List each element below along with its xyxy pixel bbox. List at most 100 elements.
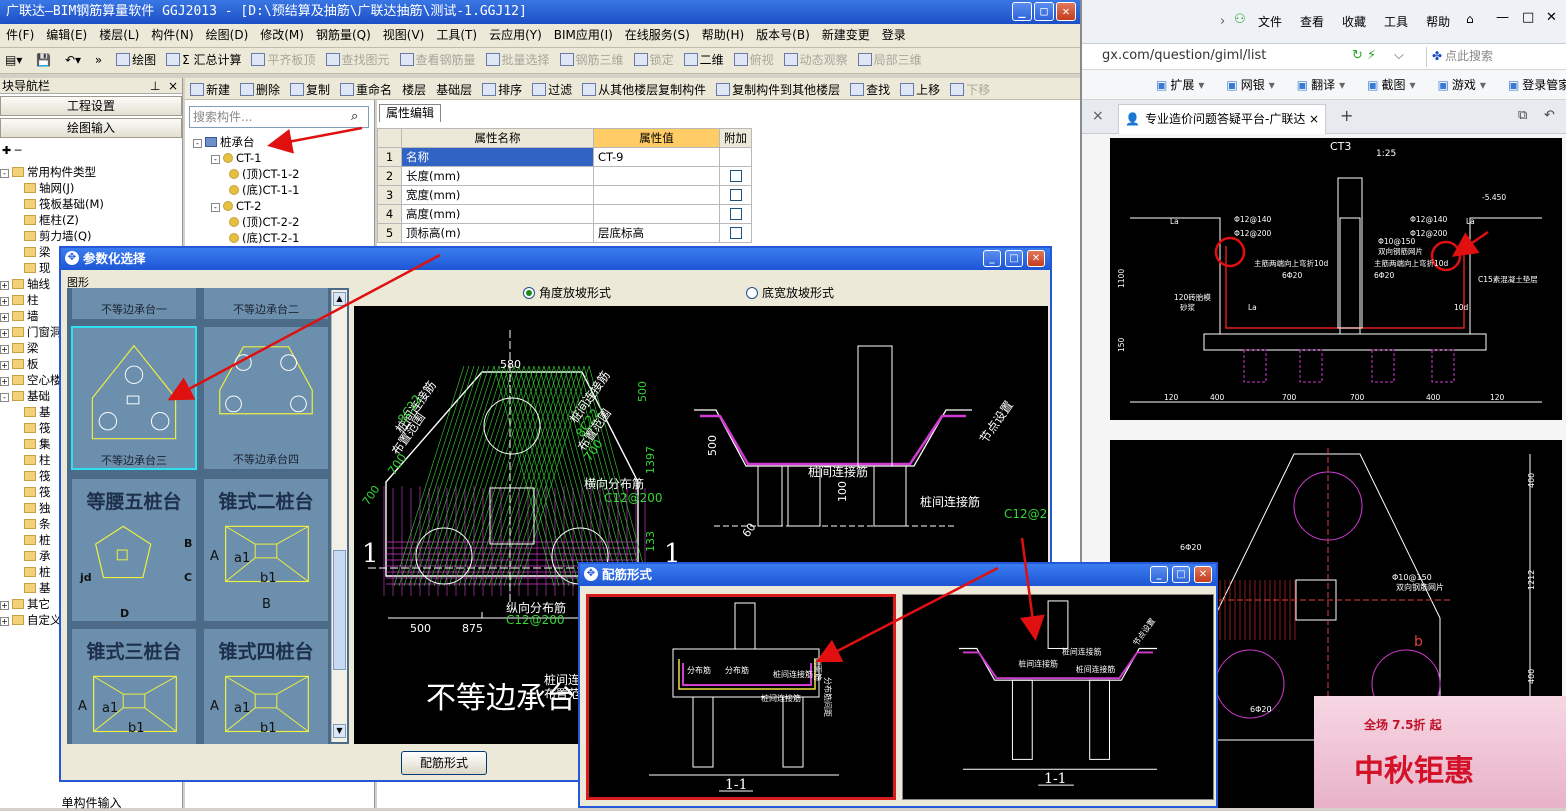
maximize-button[interactable]: □ xyxy=(1034,2,1054,21)
property-row[interactable]: 5 顶标高(m) 层底标高 xyxy=(377,223,752,243)
property-row[interactable]: 3 宽度(mm) xyxy=(377,185,752,205)
property-value[interactable] xyxy=(593,166,720,186)
chevron-down-icon[interactable]: ⌵ xyxy=(1394,44,1404,68)
toolbar-button[interactable]: 复制 xyxy=(285,78,335,99)
toolbar-button[interactable]: 下移 xyxy=(945,78,995,99)
component-tree-item[interactable]: (底)CT-1-1 xyxy=(193,182,299,198)
browser-menu-item[interactable]: 文件 xyxy=(1258,15,1282,29)
dialog-minimize-button[interactable]: _ xyxy=(983,250,1001,267)
user-icon[interactable]: ⚇ xyxy=(1234,12,1246,27)
expand-toggle-icon[interactable]: - xyxy=(0,393,9,402)
gallery-scrollbar[interactable]: ▲ ▼ xyxy=(331,290,347,742)
component-tree-item[interactable]: (底)CT-2-1 xyxy=(193,230,299,246)
menu-item[interactable]: 工具(T) xyxy=(430,24,483,47)
expand-toggle-icon[interactable]: + xyxy=(0,313,9,322)
new-tab-icon[interactable]: + xyxy=(1340,106,1353,125)
home-icon[interactable]: ⌂ xyxy=(1466,12,1474,26)
tab-list-icon[interactable]: ⧉ xyxy=(1518,108,1527,123)
menu-item[interactable]: 件(F) xyxy=(0,24,40,47)
shape-tile[interactable]: 锥式三桩台 Aa1 b1 xyxy=(71,628,197,744)
shape-tile[interactable]: 不等边承台一 xyxy=(71,288,197,320)
radio-angle-slope[interactable]: 角度放坡形式 xyxy=(523,284,611,301)
component-tree-item[interactable]: - 桩承台 xyxy=(193,134,299,150)
component-tree-item[interactable]: (顶)CT-2-2 xyxy=(193,214,299,230)
expand-toggle-icon[interactable]: + xyxy=(0,297,9,306)
project-settings-button[interactable]: 工程设置 xyxy=(0,96,182,116)
expand-toggle-icon[interactable]: + xyxy=(0,281,9,290)
component-tree-item[interactable]: - CT-1 xyxy=(193,150,299,166)
expand-toggle-icon[interactable]: - xyxy=(211,155,220,164)
shape-tile[interactable]: 不等边承台二 xyxy=(203,288,329,320)
bookmark-item[interactable]: ▣ 扩展 ▾ xyxy=(1156,78,1204,92)
property-row[interactable]: 2 长度(mm) xyxy=(377,166,752,186)
menu-item[interactable]: 在线服务(S) xyxy=(619,24,696,47)
rebar-option-1[interactable]: 分布筋 分布筋 桩间连接筋 桩间连接筋 侧面筋 分布筋间距 1-1 xyxy=(586,594,896,800)
checkbox[interactable] xyxy=(729,189,742,201)
browser-search-input[interactable]: 点此搜索 xyxy=(1426,47,1566,67)
browser-menu-item[interactable]: 帮助 xyxy=(1426,15,1450,29)
scrollbar-thumb[interactable] xyxy=(333,550,346,670)
toolbar-button[interactable]: 排序 xyxy=(477,78,527,99)
bookmark-item[interactable]: ▣ 网银 ▾ xyxy=(1226,78,1274,92)
close-tab-icon[interactable]: × xyxy=(1309,105,1319,133)
close-button[interactable]: ✕ xyxy=(1056,2,1076,21)
browser-menu-item[interactable]: 收藏 xyxy=(1342,15,1366,29)
menu-item[interactable]: 帮助(H) xyxy=(696,24,750,47)
shape-tile[interactable]: 锥式二桩台 Aa1 b1 B xyxy=(203,478,329,622)
expand-toggle-icon[interactable]: + xyxy=(0,361,9,370)
expand-toggle-icon[interactable]: + xyxy=(0,377,9,386)
menu-item[interactable]: 楼层(L) xyxy=(93,24,145,47)
property-value[interactable]: 层底标高 xyxy=(593,223,720,243)
expand-toggle-icon[interactable]: + xyxy=(0,345,9,354)
expand-toggle-icon[interactable]: + xyxy=(0,617,9,626)
shape-tile[interactable]: 锥式四桩台 Aa1 b1 xyxy=(203,628,329,744)
shape-tile[interactable]: 等腰五桩台 B C Djd xyxy=(71,478,197,622)
nav-tree-item[interactable]: 筏板基础(M) xyxy=(0,196,182,212)
pin-icon[interactable]: ⊥ xyxy=(150,78,160,94)
shape-tile[interactable]: 不等边承台三 xyxy=(71,326,197,470)
toolbar-button[interactable]: 过滤 xyxy=(527,78,577,99)
rebar-form-button[interactable]: 配筋形式 xyxy=(401,751,487,775)
property-extra[interactable] xyxy=(719,147,752,167)
menu-item[interactable]: 版本号(B) xyxy=(750,24,816,47)
drawing-input-button[interactable]: 绘图输入 xyxy=(0,118,182,138)
dialog-maximize-button[interactable]: □ xyxy=(1005,250,1023,267)
menu-item[interactable]: 构件(N) xyxy=(145,24,199,47)
expand-toggle-icon[interactable]: + xyxy=(0,329,9,338)
save-icon[interactable]: 💾 xyxy=(31,48,56,73)
nav-tree-item[interactable]: - 常用构件类型 xyxy=(0,164,182,180)
address-bar[interactable]: gx.com/question/giml/list ↻ ⚡ ⌵ 点此搜索 ✤ xyxy=(1082,44,1566,70)
toolbar-button[interactable]: 基础层 xyxy=(431,78,477,99)
checkbox[interactable] xyxy=(729,227,742,239)
browser-menu-item[interactable]: 查看 xyxy=(1300,15,1324,29)
minimize-icon[interactable]: — xyxy=(1496,10,1509,25)
property-value[interactable] xyxy=(593,204,720,224)
close-icon[interactable]: × xyxy=(168,78,178,94)
toolbar-button[interactable]: 查找 xyxy=(845,78,895,99)
promo-ad[interactable]: 中秋钜惠 全场 7.5折 起 xyxy=(1314,696,1566,808)
toolbar-button[interactable]: 上移 xyxy=(895,78,945,99)
maximize-icon[interactable]: □ xyxy=(1522,10,1534,25)
toolbar-button[interactable]: Σ 汇总计算 xyxy=(161,48,246,73)
expand-toggle-icon[interactable]: - xyxy=(0,169,9,178)
menu-item[interactable]: 视图(V) xyxy=(377,24,431,47)
rebar-option-2[interactable]: 桩间连接筋 桩间连接筋 节点设置 桩间连接筋 1-1 xyxy=(902,594,1214,800)
toolbar-button[interactable]: 重命名 xyxy=(335,78,397,99)
tab-property-edit[interactable]: 属性编辑 xyxy=(379,104,442,122)
refresh-icon[interactable]: ↻ ⚡ xyxy=(1352,44,1376,68)
bookmark-item[interactable]: ▣ 翻译 ▾ xyxy=(1297,78,1345,92)
property-value[interactable] xyxy=(593,185,720,205)
menu-item[interactable]: BIM应用(I) xyxy=(548,24,619,47)
nav-tree-item[interactable]: 框柱(Z) xyxy=(0,212,182,228)
checkbox[interactable] xyxy=(729,170,742,182)
menu-item[interactable]: 编辑(E) xyxy=(40,24,93,47)
search-icon[interactable]: ⌕ xyxy=(351,109,358,124)
radio-selected-icon[interactable] xyxy=(523,287,535,299)
close-icon[interactable]: ✕ xyxy=(1546,10,1557,25)
toolbar-button[interactable]: 楼层 xyxy=(397,78,431,99)
menu-item[interactable]: 修改(M) xyxy=(254,24,310,47)
property-row[interactable]: 1 名称 CT-9 xyxy=(377,147,752,167)
menu-item[interactable]: 钢筋量(Q) xyxy=(310,24,377,47)
radio-unselected-icon[interactable] xyxy=(746,287,758,299)
nav-tree-item[interactable]: 轴网(J) xyxy=(0,180,182,196)
